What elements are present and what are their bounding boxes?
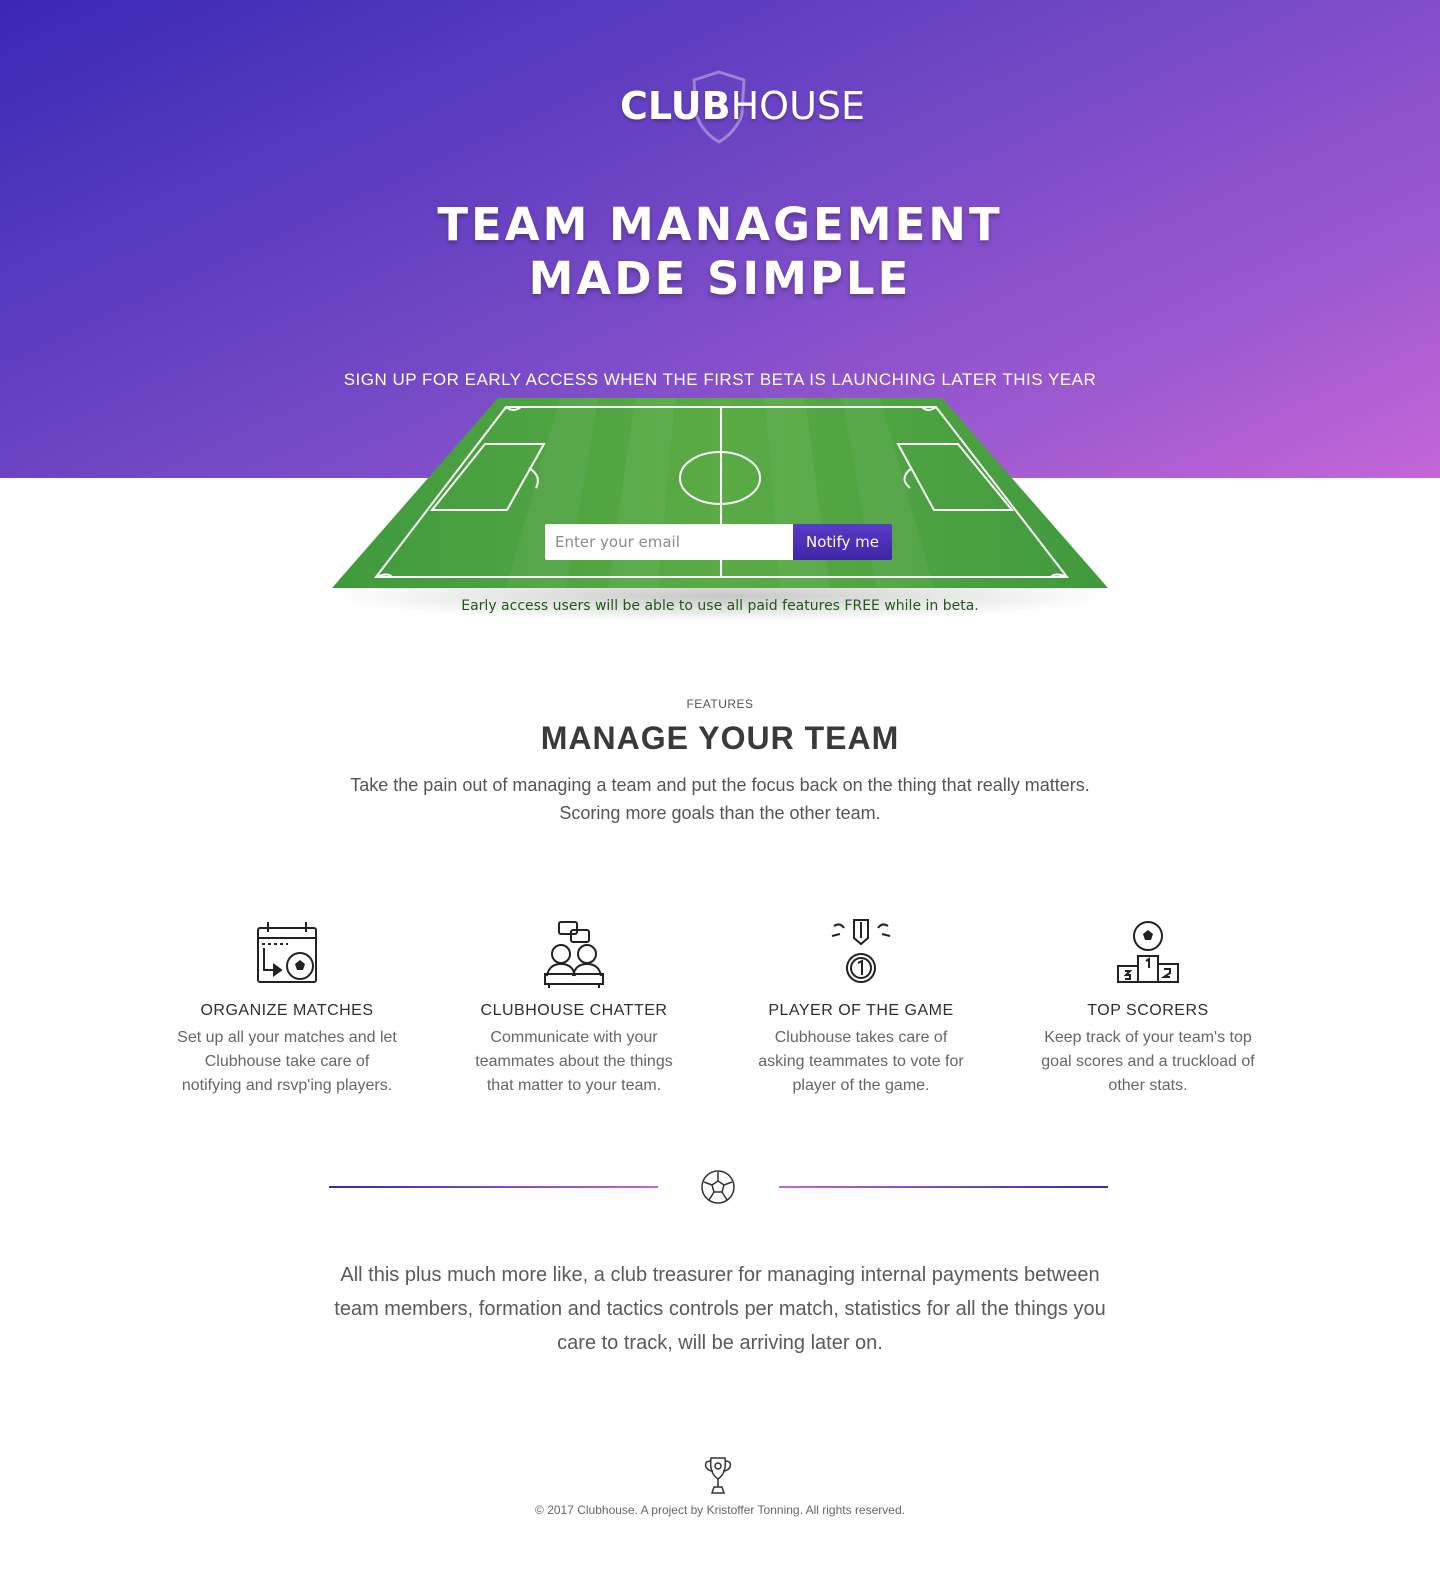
divider-line-right	[779, 1186, 1108, 1188]
feature-text: Clubhouse takes care of asking teammates…	[758, 1029, 964, 1094]
feature-title: PLAYER OF THE GAME	[768, 1002, 954, 1019]
email-input[interactable]	[545, 524, 793, 560]
feature-top-scorers: TOP SCORERS Keep track of your team's to…	[1038, 918, 1258, 1098]
features-title: MANAGE YOUR TEAM	[540, 720, 900, 756]
feature-title: TOP SCORERS	[1087, 1002, 1209, 1019]
signup-form: Notify me	[545, 524, 892, 560]
features-description-line1: Take the pain out of managing a team and…	[350, 775, 1090, 795]
calendar-ball-icon	[257, 922, 317, 983]
soccer-pitch-illustration	[330, 396, 1110, 632]
logo-text-bold: CLUB	[620, 84, 731, 128]
feature-text: Keep track of your team's top goal score…	[1041, 1029, 1255, 1094]
footer-copyright: © 2017 Clubhouse. A project by Kristoffe…	[535, 1503, 905, 1517]
soccer-ball-icon	[701, 1170, 735, 1204]
logo-text-light: HOUSE	[730, 84, 866, 128]
early-access-note: Early access users will be able to use a…	[461, 598, 979, 614]
features-description: Take the pain out of managing a team and…	[320, 771, 1120, 827]
pitch-graphic	[330, 398, 1110, 622]
feature-organize-matches: ORGANIZE MATCHES Set up all your matches…	[177, 918, 397, 1098]
feature-title: ORGANIZE MATCHES	[200, 1002, 374, 1019]
features-label: FEATURES	[686, 697, 754, 711]
notify-me-button[interactable]: Notify me	[793, 524, 892, 560]
divider-line-left	[329, 1186, 658, 1188]
podium-icon	[1117, 921, 1179, 983]
clubhouse-logo[interactable]: CLUBHOUSE	[620, 70, 865, 144]
chat-players-icon	[544, 921, 604, 988]
hero-title: TEAM MANAGEMENT MADE SIMPLE	[0, 198, 1440, 306]
feature-text: Set up all your matches and let Clubhous…	[177, 1029, 397, 1094]
more-features-text: All this plus much more like, a club tre…	[334, 1264, 1106, 1354]
logo-wordmark: CLUBHOUSE	[620, 84, 865, 128]
medal-icon	[831, 919, 891, 983]
hero-title-line1: TEAM MANAGEMENT	[437, 198, 1003, 251]
features-description-line2: Scoring more goals than the other team.	[559, 803, 881, 823]
feature-player-of-the-game: PLAYER OF THE GAME Clubhouse takes care …	[751, 918, 971, 1098]
feature-text: Communicate with your teammates about th…	[475, 1029, 673, 1094]
hero-subtitle: SIGN UP FOR EARLY ACCESS WHEN THE FIRST …	[343, 370, 1097, 389]
hero-title-line2: MADE SIMPLE	[528, 252, 912, 305]
feature-clubhouse-chatter: CLUBHOUSE CHATTER Communicate with your …	[464, 918, 684, 1098]
trophy-icon	[704, 1457, 732, 1494]
feature-title: CLUBHOUSE CHATTER	[480, 1002, 668, 1019]
